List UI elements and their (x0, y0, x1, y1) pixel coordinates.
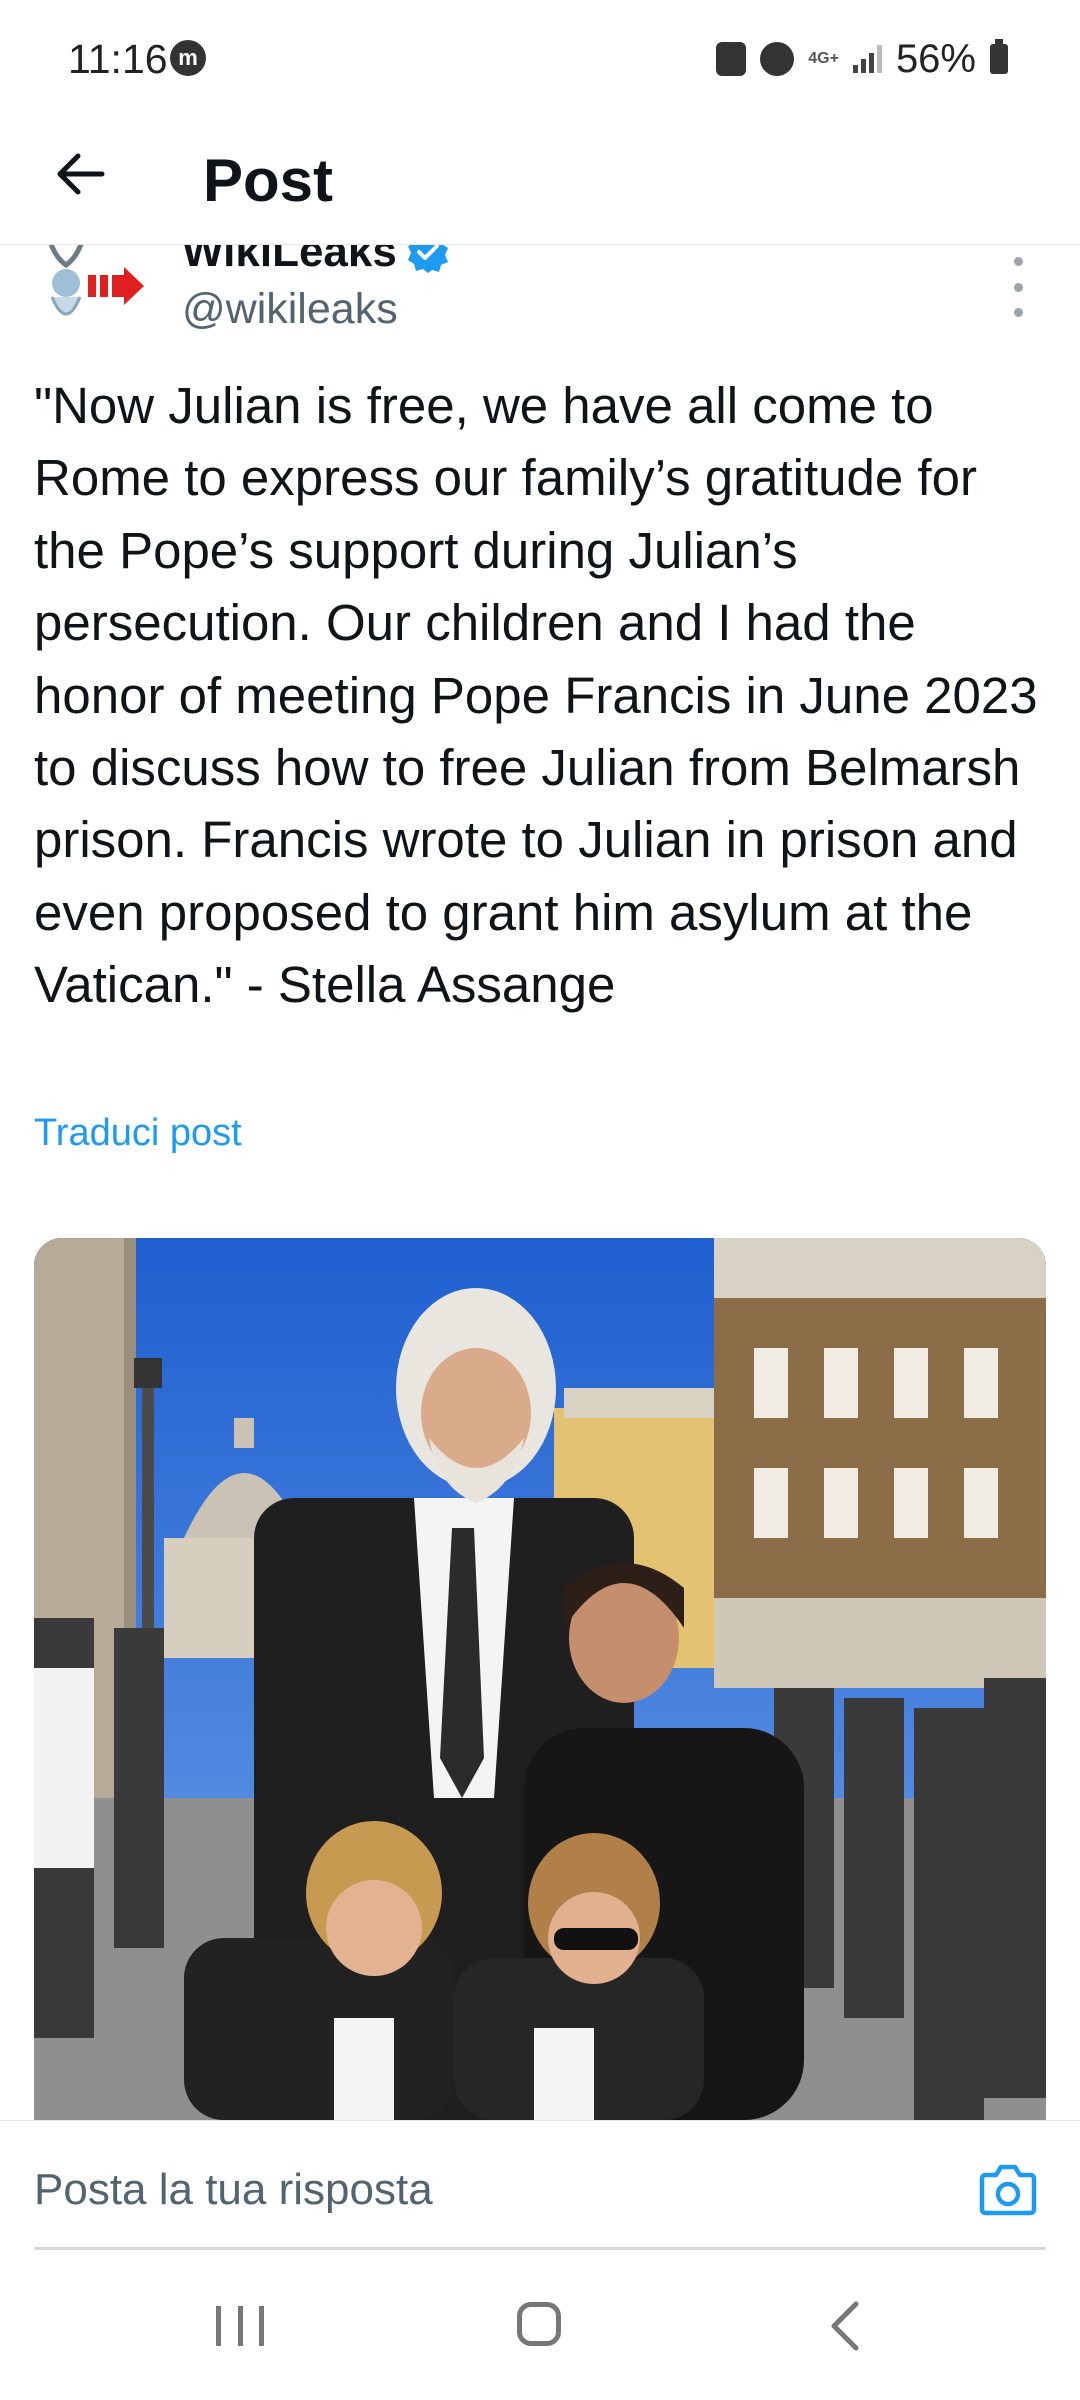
app-header: Post (0, 120, 1080, 245)
post-photo[interactable] (34, 1238, 1046, 2120)
page-title: Post (203, 147, 334, 214)
post-text: "Now Julian is free, we have all come to… (34, 377, 1038, 1014)
battery-percent: 56% (895, 36, 976, 81)
post-photo-image (34, 1238, 1046, 2120)
translate-post-link[interactable]: Traduci post (34, 1112, 242, 1155)
status-icons: 4G+ 56% (716, 34, 1008, 84)
author-handle[interactable]: @wikileaks (182, 285, 398, 334)
network-type: 4G+ (808, 50, 839, 67)
recent-apps-icon[interactable] (216, 2306, 264, 2346)
status-bar: 11:16 m 4G+ 56% (0, 0, 1080, 120)
author-name-row[interactable]: WikiLeaks (182, 245, 449, 277)
reply-bar: Posta la tua risposta (0, 2120, 1080, 2250)
reply-input[interactable]: Posta la tua risposta (34, 2165, 433, 2215)
avatar[interactable] (36, 245, 146, 335)
messenger-notification-icon: m (170, 40, 206, 76)
status-time: 11:16 (68, 36, 168, 82)
nav-back-icon[interactable] (826, 2300, 866, 2352)
signal-strength-icon (852, 45, 882, 73)
more-options-icon[interactable] (1006, 257, 1030, 317)
home-icon[interactable] (517, 2302, 561, 2346)
back-arrow-icon[interactable] (50, 144, 110, 204)
battery-icon (990, 39, 1008, 74)
camera-icon[interactable] (978, 2161, 1038, 2217)
system-nav-bar (0, 2250, 1080, 2400)
post-author: WikiLeaks @wikileaks (0, 245, 1080, 345)
verified-badge-icon (407, 245, 448, 273)
alarm-icon (760, 42, 795, 76)
author-name[interactable]: WikiLeaks (182, 245, 397, 277)
sim-notification-icon (716, 42, 747, 76)
